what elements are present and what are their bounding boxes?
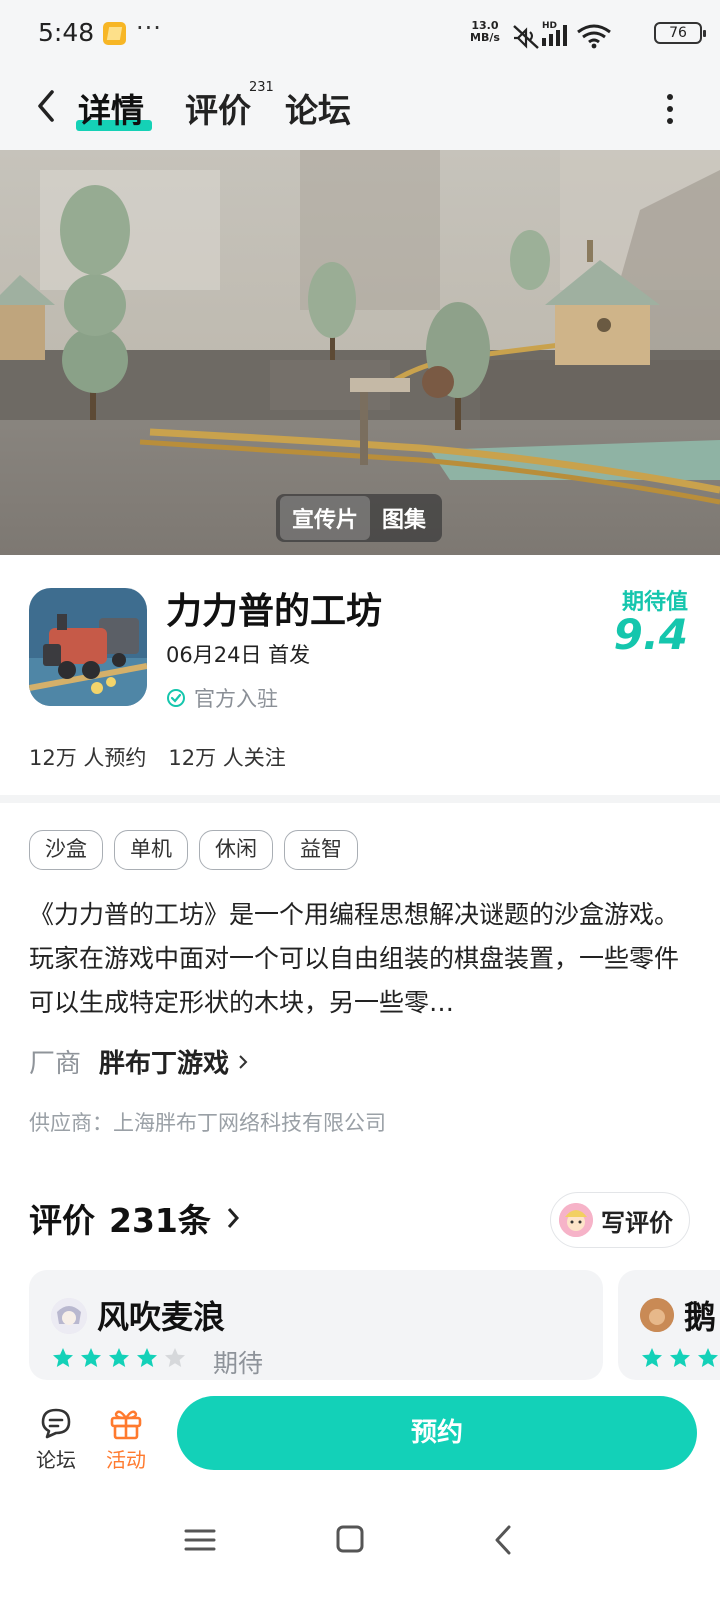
home-icon[interactable] xyxy=(330,1523,370,1557)
media-switch: 宣传片 图集 xyxy=(276,494,443,542)
user-avatar xyxy=(559,1203,593,1237)
official-badge: 官方入驻 xyxy=(166,683,278,713)
review-card[interactable]: 鹅 xyxy=(618,1270,720,1380)
activity-label: 活动 xyxy=(106,1448,146,1472)
tab-gallery[interactable]: 图集 xyxy=(370,496,438,540)
notification-app-icon xyxy=(103,22,126,45)
wifi-icon xyxy=(577,24,611,49)
system-nav-bar xyxy=(0,1485,720,1600)
star-filled-icon xyxy=(698,1348,718,1367)
more-options-icon[interactable] xyxy=(660,92,680,126)
tag-sandbox[interactable]: 沙盒 xyxy=(29,830,103,870)
mute-icon xyxy=(513,25,539,49)
vendor-name[interactable]: 胖布丁游戏 xyxy=(99,1043,229,1080)
network-speed: 13.0 MB/s xyxy=(470,20,500,44)
star-filled-icon xyxy=(81,1348,101,1367)
official-label: 官方入驻 xyxy=(194,687,278,711)
star-empty-icon xyxy=(165,1348,185,1367)
write-review-button[interactable]: 写评价 xyxy=(550,1192,690,1248)
release-date: 06月24日 首发 xyxy=(166,643,311,667)
battery-icon: 76 xyxy=(654,22,706,44)
chevron-right-icon xyxy=(227,1208,239,1228)
review-count-badge: 231 xyxy=(249,80,274,95)
tag-list: 沙盒 单机 休闲 益智 xyxy=(29,830,358,870)
gift-icon xyxy=(110,1410,142,1440)
supplier-info: 供应商：上海胖布丁网络科技有限公司 xyxy=(29,1111,386,1135)
activity-button[interactable]: 活动 xyxy=(96,1404,156,1473)
chevron-right-icon xyxy=(239,1054,248,1069)
star-filled-icon xyxy=(670,1348,690,1367)
game-info: 力力普的工坊 06月24日 首发 官方入驻 期待值 9.4 12万 人预约 12… xyxy=(0,555,720,795)
follower-count: 12万 人关注 xyxy=(168,746,286,770)
media-banner[interactable]: 宣传片 图集 xyxy=(0,150,720,555)
svg-text:HD: HD xyxy=(542,21,557,31)
tag-single-player[interactable]: 单机 xyxy=(114,830,188,870)
status-bar: 5:48 ··· 13.0 MB/s HD 76 xyxy=(0,0,720,68)
forum-label: 论坛 xyxy=(36,1448,76,1472)
back-nav-icon[interactable] xyxy=(485,1523,525,1557)
back-icon[interactable] xyxy=(28,86,68,126)
reviews-title: 评价 xyxy=(29,1201,95,1240)
bottom-action-bar: 论坛 活动 预约 xyxy=(0,1380,720,1485)
review-state: 期待 xyxy=(213,1349,264,1378)
tab-detail[interactable]: 详情 xyxy=(78,84,144,132)
star-rating xyxy=(51,1346,187,1370)
reviewer-avatar xyxy=(640,1298,674,1332)
reviewer-avatar xyxy=(51,1298,87,1334)
expect-score: 9.4 xyxy=(613,610,688,659)
star-rating xyxy=(640,1346,720,1370)
status-time: 5:48 xyxy=(38,18,95,47)
tab-forum[interactable]: 论坛 xyxy=(285,84,351,132)
top-nav: 详情 评价 231 论坛 xyxy=(0,68,720,150)
tab-review[interactable]: 评价 xyxy=(185,84,251,132)
tab-trailer[interactable]: 宣传片 xyxy=(280,496,371,540)
verified-check-icon xyxy=(167,689,185,707)
vendor-row[interactable]: 厂商 胖布丁游戏 xyxy=(29,1043,249,1080)
game-description[interactable]: 《力力普的工坊》是一个用编程思想解决谜题的沙盒游戏。玩家在游戏中面对一个可以自由… xyxy=(29,893,693,1025)
reviews-count: 231条 xyxy=(109,1201,211,1240)
reviewer-name: 风吹麦浪 xyxy=(97,1298,226,1336)
star-filled-icon xyxy=(53,1348,73,1367)
review-card[interactable]: 风吹麦浪 期待 xyxy=(29,1270,603,1380)
more-notifications-icon: ··· xyxy=(136,14,162,42)
reviews-header[interactable]: 评价 231条 xyxy=(29,1194,241,1242)
vendor-label: 厂商 xyxy=(29,1049,82,1079)
section-divider xyxy=(0,795,720,803)
star-filled-icon xyxy=(137,1348,157,1367)
tag-casual[interactable]: 休闲 xyxy=(199,830,273,870)
stats-row: 12万 人预约 12万 人关注 xyxy=(29,742,286,772)
game-app-icon xyxy=(29,588,147,706)
reservation-count: 12万 人预约 xyxy=(29,746,147,770)
write-review-label: 写评价 xyxy=(601,1208,673,1237)
tag-puzzle[interactable]: 益智 xyxy=(284,830,358,870)
network-speed-unit: MB/s xyxy=(470,31,500,44)
signal-icon: HD xyxy=(542,21,567,46)
reviewer-name: 鹅 xyxy=(684,1298,717,1336)
menu-icon[interactable] xyxy=(180,1523,220,1557)
forum-button[interactable]: 论坛 xyxy=(26,1404,86,1473)
star-filled-icon xyxy=(642,1348,662,1367)
forum-icon xyxy=(41,1408,71,1439)
star-filled-icon xyxy=(109,1348,129,1367)
reserve-button[interactable]: 预约 xyxy=(177,1396,697,1470)
game-title: 力力普的工坊 xyxy=(166,591,383,632)
